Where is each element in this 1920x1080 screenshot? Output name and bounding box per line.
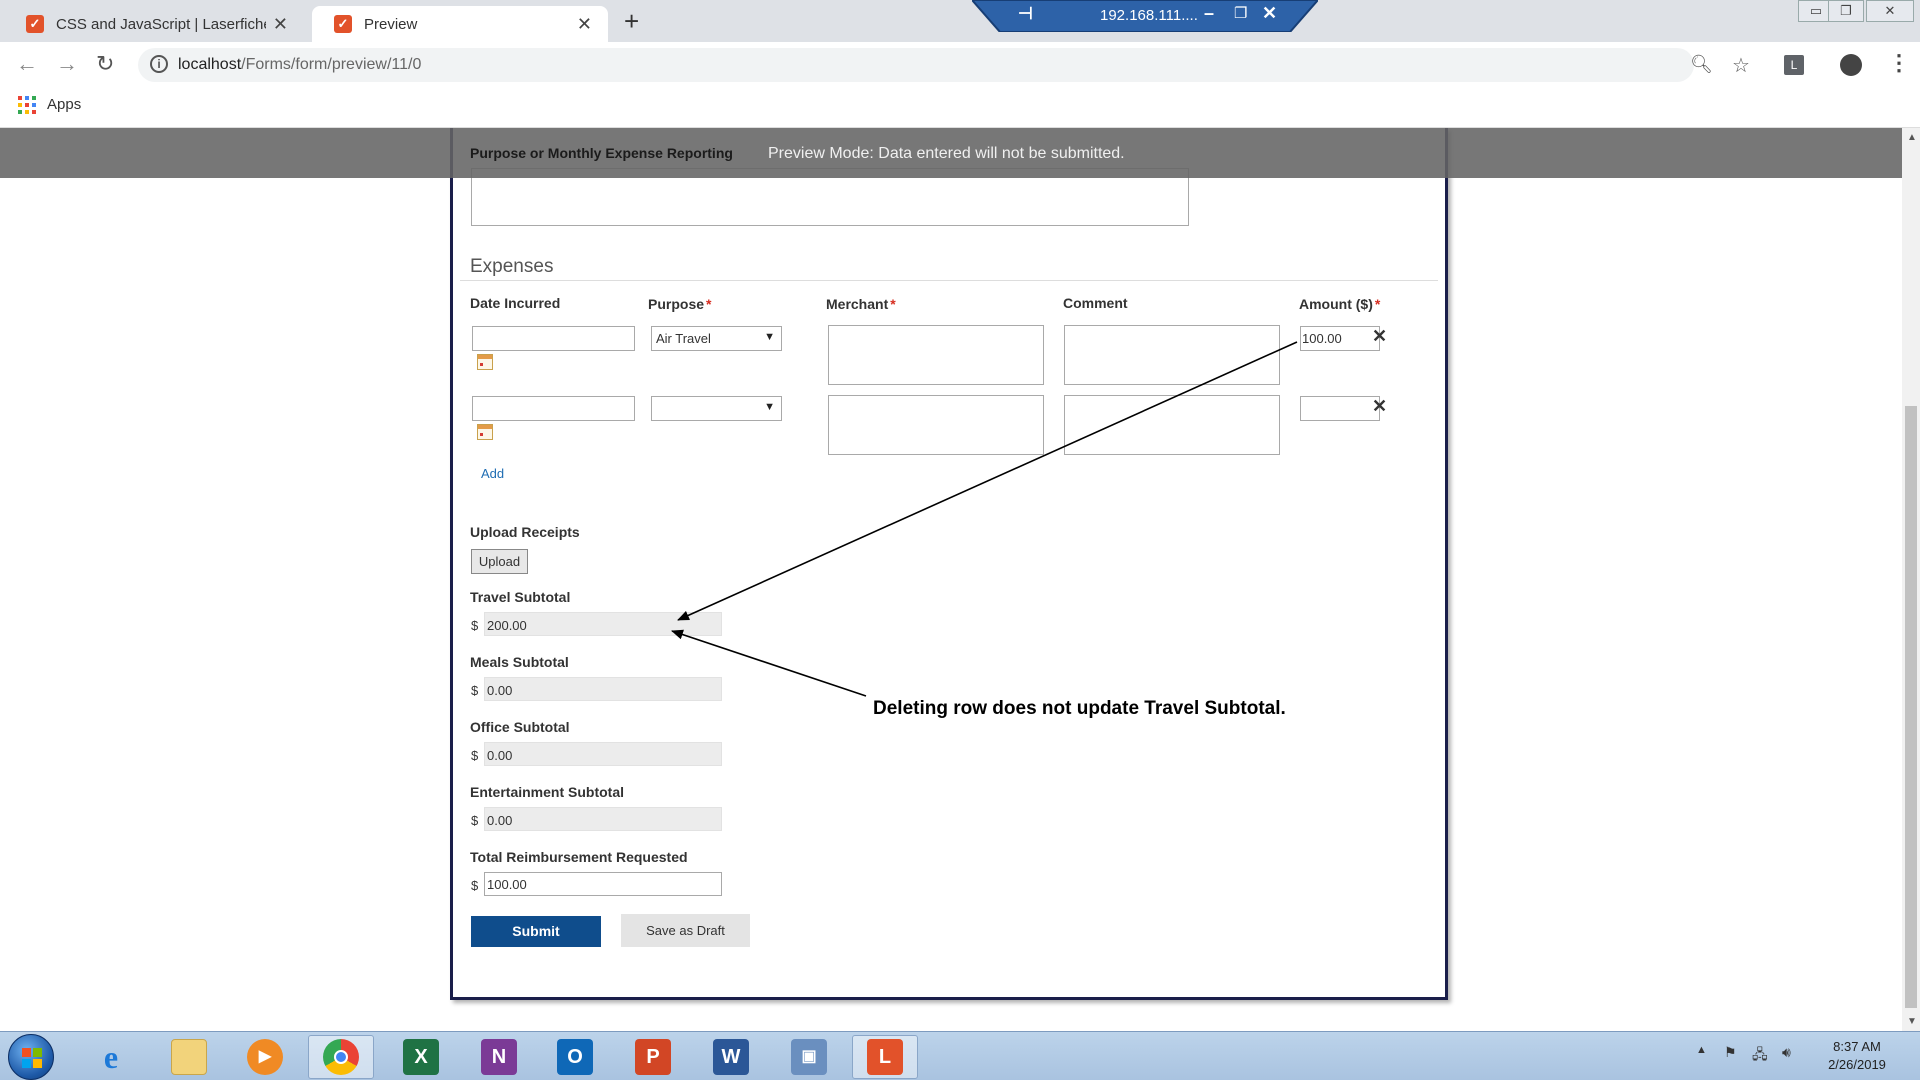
clock-date: 2/26/2019 [1828,1057,1886,1072]
system-clock[interactable]: 8:37 AM 2/26/2019 [1812,1038,1902,1074]
restore-icon[interactable]: ❐ [1234,4,1247,22]
laserfiche-icon: L [867,1039,903,1075]
scroll-up-icon[interactable]: ▲ [1907,132,1917,143]
address-bar[interactable]: i localhost/Forms/form/preview/11/0 🔍︎ ☆ [138,48,1750,82]
taskbar-outlook[interactable]: O [542,1035,608,1079]
taskbar-powerpoint[interactable]: P [620,1035,686,1079]
close-icon[interactable]: ✕ [1262,3,1277,24]
show-hidden-icons-icon[interactable]: ▲ [1696,1044,1707,1056]
outlook-icon: O [557,1039,593,1075]
preview-mode-text: Preview Mode: Data entered will not be s… [768,145,1125,162]
page-scrollbar[interactable]: ▲ ▼ [1902,128,1920,1031]
new-tab-button[interactable]: + [624,6,639,37]
apps-label[interactable]: Apps [47,96,81,113]
chrome-icon [323,1039,359,1075]
taskbar-onenote[interactable]: N [466,1035,532,1079]
taskbar-laserfiche[interactable]: L [852,1035,918,1079]
zoom-icon[interactable]: 🔍︎ [1690,54,1713,75]
window-close-button[interactable]: ✕ [1866,0,1914,22]
tab-title: CSS and JavaScript | Laserfiche Fo [56,15,266,33]
page-content: Expenses Date Incurred Purpose * Merchant… [0,128,1902,1031]
taskbar-word[interactable]: W [698,1035,764,1079]
star-icon[interactable]: ☆ [1732,53,1750,78]
scroll-thumb[interactable] [1905,406,1917,1008]
apps-icon[interactable] [18,96,36,114]
preview-mode-banner: Purpose or Monthly Expense Reporting Pre… [0,128,1902,178]
bookmarks-bar: Apps [0,88,1920,128]
windows-taskbar: e ▶ X N O P W ▣ L ▲ ⚑ 🖧︎ 🔊︎ 8:37 AM 2/26… [0,1031,1920,1080]
windows-logo-icon [22,1048,42,1068]
close-tab-icon[interactable]: ✕ [577,14,592,35]
info-icon[interactable]: i [150,55,168,73]
volume-icon[interactable]: 🔊︎ [1782,1044,1791,1061]
annotation-arrow-amount-to-subtotal [677,341,1298,621]
onenote-icon: N [481,1039,517,1075]
taskbar-excel[interactable]: X [388,1035,454,1079]
taskbar-internet-explorer[interactable]: e [78,1035,144,1079]
media-player-icon: ▶ [247,1039,283,1075]
taskbar-chrome[interactable] [308,1035,374,1079]
purpose-section-label: Purpose or Monthly Expense Reporting [470,145,733,161]
minimize-icon[interactable]: – [1204,3,1214,24]
tab-preview[interactable]: ✓ Preview ✕ [312,6,608,42]
browser-toolbar: ← → ↻ i localhost/Forms/form/preview/11/… [0,42,1920,88]
laserfiche-favicon-icon: ✓ [334,15,352,33]
laserfiche-favicon-icon: ✓ [26,15,44,33]
folder-icon [171,1039,207,1075]
start-button[interactable] [8,1034,54,1080]
network-icon[interactable]: 🖧︎ [1752,1044,1768,1068]
tab-title: Preview [364,15,418,33]
scroll-down-icon[interactable]: ▼ [1907,1016,1917,1027]
taskbar-file-explorer[interactable] [156,1035,222,1079]
window-restore-button[interactable]: ❐ [1828,0,1864,22]
url-text: localhost/Forms/form/preview/11/0 [178,56,422,73]
pin-icon[interactable]: ⊣ [1018,4,1033,24]
annotation-arrows [671,341,1298,697]
close-tab-icon[interactable]: ✕ [273,14,288,35]
reload-icon[interactable]: ↻ [96,51,114,77]
excel-icon: X [403,1039,439,1075]
tab-css-javascript[interactable]: ✓ CSS and JavaScript | Laserfiche Fo ✕ [4,6,304,42]
remote-desktop-bar: ⊣ 192.168.111.... – ❐ ✕ [972,0,1318,32]
annotation-note: Deleting row does not update Travel Subt… [873,698,1286,719]
menu-icon[interactable]: ⋮ [1888,50,1910,76]
forward-icon[interactable]: → [56,51,78,77]
action-center-flag-icon[interactable]: ⚑ [1724,1044,1737,1061]
remote-desktop-icon: ▣ [791,1039,827,1075]
remote-desktop-title: 192.168.111.... [1100,7,1198,24]
word-icon: W [713,1039,749,1075]
clock-time: 8:37 AM [1833,1039,1881,1054]
back-icon[interactable]: ← [16,51,38,77]
powerpoint-icon: P [635,1039,671,1075]
taskbar-remote-desktop[interactable]: ▣ [776,1035,842,1079]
annotation-arrow-note-to-subtotal [671,629,867,697]
profile-icon[interactable] [1840,54,1862,76]
taskbar-media-player[interactable]: ▶ [232,1035,298,1079]
tab-strip: ✓ CSS and JavaScript | Laserfiche Fo ✕ ✓… [0,0,1920,42]
internet-explorer-icon: e [103,1039,119,1075]
laserfiche-extension-icon[interactable]: L [1784,55,1804,75]
